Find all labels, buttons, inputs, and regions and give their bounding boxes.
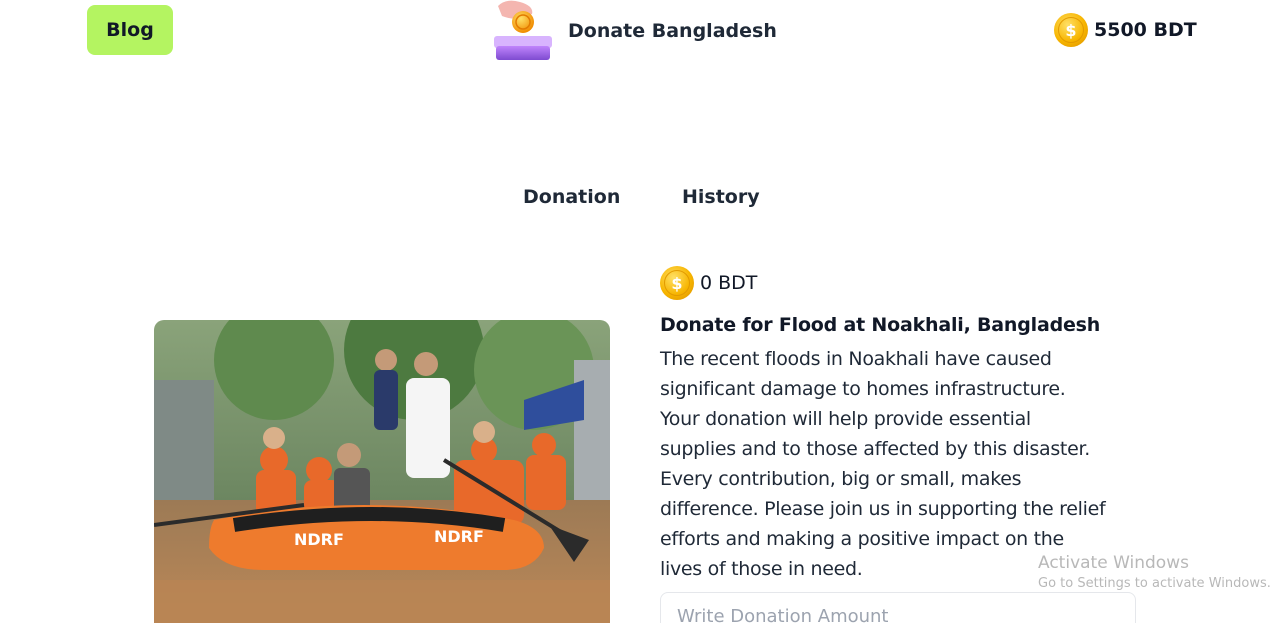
description-line: efforts and making a positive impact on … [660,528,1064,550]
donation-description: The recent floods in Noakhali have cause… [660,344,1140,584]
raised-amount: $ 0 BDT [660,266,757,300]
watermark-title: Activate Windows [1038,553,1189,573]
brand: Donate Bangladesh [490,0,777,62]
balance-amount: 5500 BDT [1094,19,1197,41]
description-line: significant damage to homes infrastructu… [660,378,1066,400]
balance-display: $ 5500 BDT [1054,13,1197,47]
donation-logo-icon [490,0,556,62]
activate-windows-watermark: Activate Windows Go to Settings to activ… [1038,553,1271,591]
flood-rescue-image: NDRF NDRF [154,320,610,623]
tab-history[interactable]: History [682,186,760,208]
blog-button[interactable]: Blog [87,5,173,55]
raised-amount-text: 0 BDT [700,272,758,294]
description-line: Every contribution, big or small, makes [660,468,1022,490]
coin-icon: $ [660,266,694,300]
svg-text:NDRF: NDRF [294,530,344,549]
top-navbar: Blog Donate Bangladesh $ 5500 BDT [0,0,1281,62]
watermark-subtitle: Go to Settings to activate Windows. [1038,576,1271,591]
donation-title: Donate for Flood at Noakhali, Bangladesh [660,314,1101,336]
description-line: Your donation will help provide essentia… [660,408,1031,430]
svg-text:NDRF: NDRF [434,527,484,546]
description-line: The recent floods in Noakhali have cause… [660,348,1052,370]
coin-icon: $ [1054,13,1088,47]
donation-amount-input[interactable] [660,592,1136,623]
tab-donation[interactable]: Donation [523,186,620,208]
brand-title: Donate Bangladesh [568,20,777,42]
description-line: difference. Please join us in supporting… [660,498,1106,520]
description-line: supplies and to those affected by this d… [660,438,1090,460]
